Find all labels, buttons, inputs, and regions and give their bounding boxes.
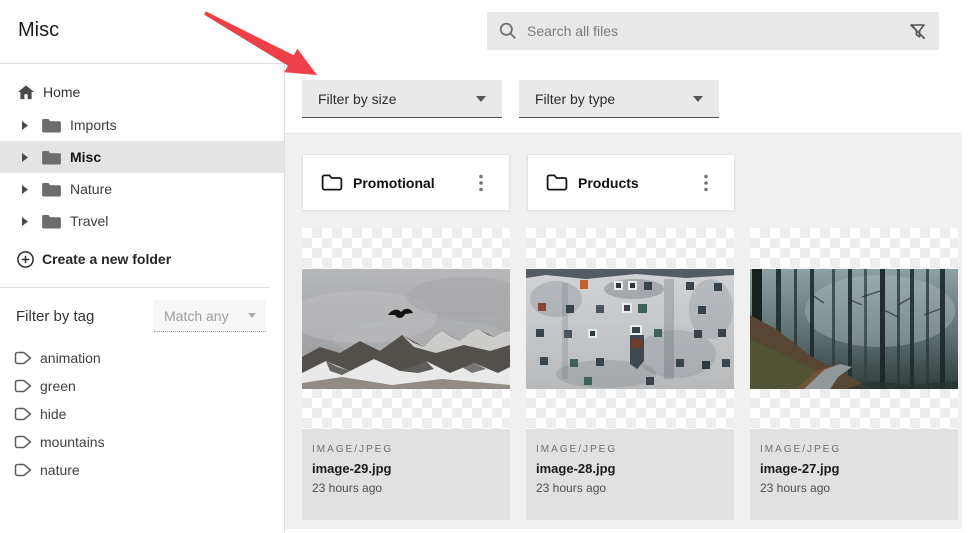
caret-right-icon[interactable] [22, 153, 29, 162]
asset-modified-time: 23 hours ago [312, 481, 500, 495]
tag-item-hide[interactable]: hide [0, 400, 284, 428]
filter-by-size-dropdown[interactable]: Filter by size [302, 80, 502, 118]
asset-filename: image-29.jpg [312, 461, 500, 476]
asset-grid: IMAGE/JPEG image-29.jpg 23 hours ago [302, 228, 962, 520]
tag-filter-section: Filter by tag Match any [0, 288, 284, 344]
create-new-folder-label: Create a new folder [42, 251, 171, 267]
tag-item-green[interactable]: green [0, 372, 284, 400]
folder-card-row: Promotional Products [302, 154, 962, 211]
home-icon [18, 85, 34, 100]
sidebar-item-label: Travel [70, 213, 108, 229]
sidebar-item-misc[interactable]: Misc [0, 141, 284, 173]
filter-by-size-label: Filter by size [318, 91, 397, 107]
tag-icon [14, 351, 32, 365]
filter-by-tag-label: Filter by tag [16, 308, 94, 325]
asset-browser: Promotional Products [285, 133, 962, 529]
folder-icon [42, 214, 61, 229]
filter-by-type-dropdown[interactable]: Filter by type [519, 80, 719, 118]
chevron-down-icon [476, 96, 486, 102]
tag-item-nature[interactable]: nature [0, 456, 284, 484]
folder-outline-icon [321, 174, 343, 191]
folder-icon [42, 182, 61, 197]
tag-label: mountains [40, 434, 105, 450]
kebab-menu-icon [704, 174, 708, 192]
folder-menu-button[interactable] [475, 170, 487, 196]
create-new-folder-button[interactable]: Create a new folder [0, 245, 284, 273]
clear-filters-button[interactable] [908, 22, 927, 41]
asset-meta: IMAGE/JPEG image-27.jpg 23 hours ago [750, 429, 958, 520]
asset-card-image-28[interactable]: IMAGE/JPEG image-28.jpg 23 hours ago [526, 228, 734, 520]
folder-icon [42, 150, 61, 165]
asset-filename: image-27.jpg [760, 461, 948, 476]
asset-mimetype: IMAGE/JPEG [760, 444, 948, 455]
asset-card-image-27[interactable]: IMAGE/JPEG image-27.jpg 23 hours ago [750, 228, 958, 520]
asset-mimetype: IMAGE/JPEG [536, 444, 724, 455]
asset-thumbnail-image-mountains [302, 269, 510, 389]
caret-right-icon[interactable] [22, 185, 29, 194]
tag-label: animation [40, 350, 101, 366]
folder-card-promotional[interactable]: Promotional [302, 154, 510, 211]
sidebar-item-label: Imports [70, 117, 117, 133]
tag-item-animation[interactable]: animation [0, 344, 284, 372]
folder-icon [42, 118, 61, 133]
folder-menu-button[interactable] [700, 170, 712, 196]
asset-thumbnail-image-forest [750, 269, 958, 389]
match-mode-value: Match any [164, 308, 229, 324]
tag-label: hide [40, 406, 66, 422]
chevron-down-icon [693, 96, 703, 102]
folder-card-name: Promotional [353, 175, 435, 191]
filter-clear-icon [908, 22, 927, 41]
search-input[interactable] [527, 23, 908, 39]
search-icon [499, 22, 517, 40]
asset-thumbnail [750, 228, 958, 429]
asset-filename: image-28.jpg [536, 461, 724, 476]
sidebar-item-travel[interactable]: Travel [0, 205, 284, 237]
caret-right-icon[interactable] [22, 121, 29, 130]
asset-mimetype: IMAGE/JPEG [312, 444, 500, 455]
kebab-menu-icon [479, 174, 483, 192]
asset-thumbnail [526, 228, 734, 429]
asset-thumbnail-image-building [526, 269, 734, 389]
asset-meta: IMAGE/JPEG image-28.jpg 23 hours ago [526, 429, 734, 520]
tag-label: nature [40, 462, 80, 478]
sidebar-item-label: Nature [70, 181, 112, 197]
asset-meta: IMAGE/JPEG image-29.jpg 23 hours ago [302, 429, 510, 520]
chevron-down-icon [248, 313, 256, 318]
folder-card-products[interactable]: Products [527, 154, 735, 211]
sidebar-item-imports[interactable]: Imports [0, 109, 284, 141]
tag-icon [14, 463, 32, 477]
sidebar-item-nature[interactable]: Nature [0, 173, 284, 205]
tag-item-mountains[interactable]: mountains [0, 428, 284, 456]
tag-icon [14, 407, 32, 421]
filter-bar: Filter by size Filter by type [302, 80, 719, 118]
tag-label: green [40, 378, 76, 394]
sidebar-item-label: Home [43, 84, 80, 100]
caret-right-icon[interactable] [22, 217, 29, 226]
page-title: Misc [18, 19, 59, 42]
sidebar-item-home[interactable]: Home [0, 77, 284, 107]
asset-modified-time: 23 hours ago [536, 481, 724, 495]
sidebar: Home Imports Misc [0, 63, 285, 533]
asset-modified-time: 23 hours ago [760, 481, 948, 495]
folder-outline-icon [546, 174, 568, 191]
tag-icon [14, 435, 32, 449]
main-area: Filter by size Filter by type Promotiona… [285, 63, 972, 533]
filter-by-type-label: Filter by type [535, 91, 615, 107]
asset-thumbnail [302, 228, 510, 429]
plus-circle-icon [17, 251, 34, 268]
search-bar [487, 12, 939, 50]
match-mode-dropdown[interactable]: Match any [154, 300, 266, 332]
asset-card-image-29[interactable]: IMAGE/JPEG image-29.jpg 23 hours ago [302, 228, 510, 520]
folder-card-name: Products [578, 175, 639, 191]
tag-icon [14, 379, 32, 393]
sidebar-item-label: Misc [70, 149, 101, 165]
